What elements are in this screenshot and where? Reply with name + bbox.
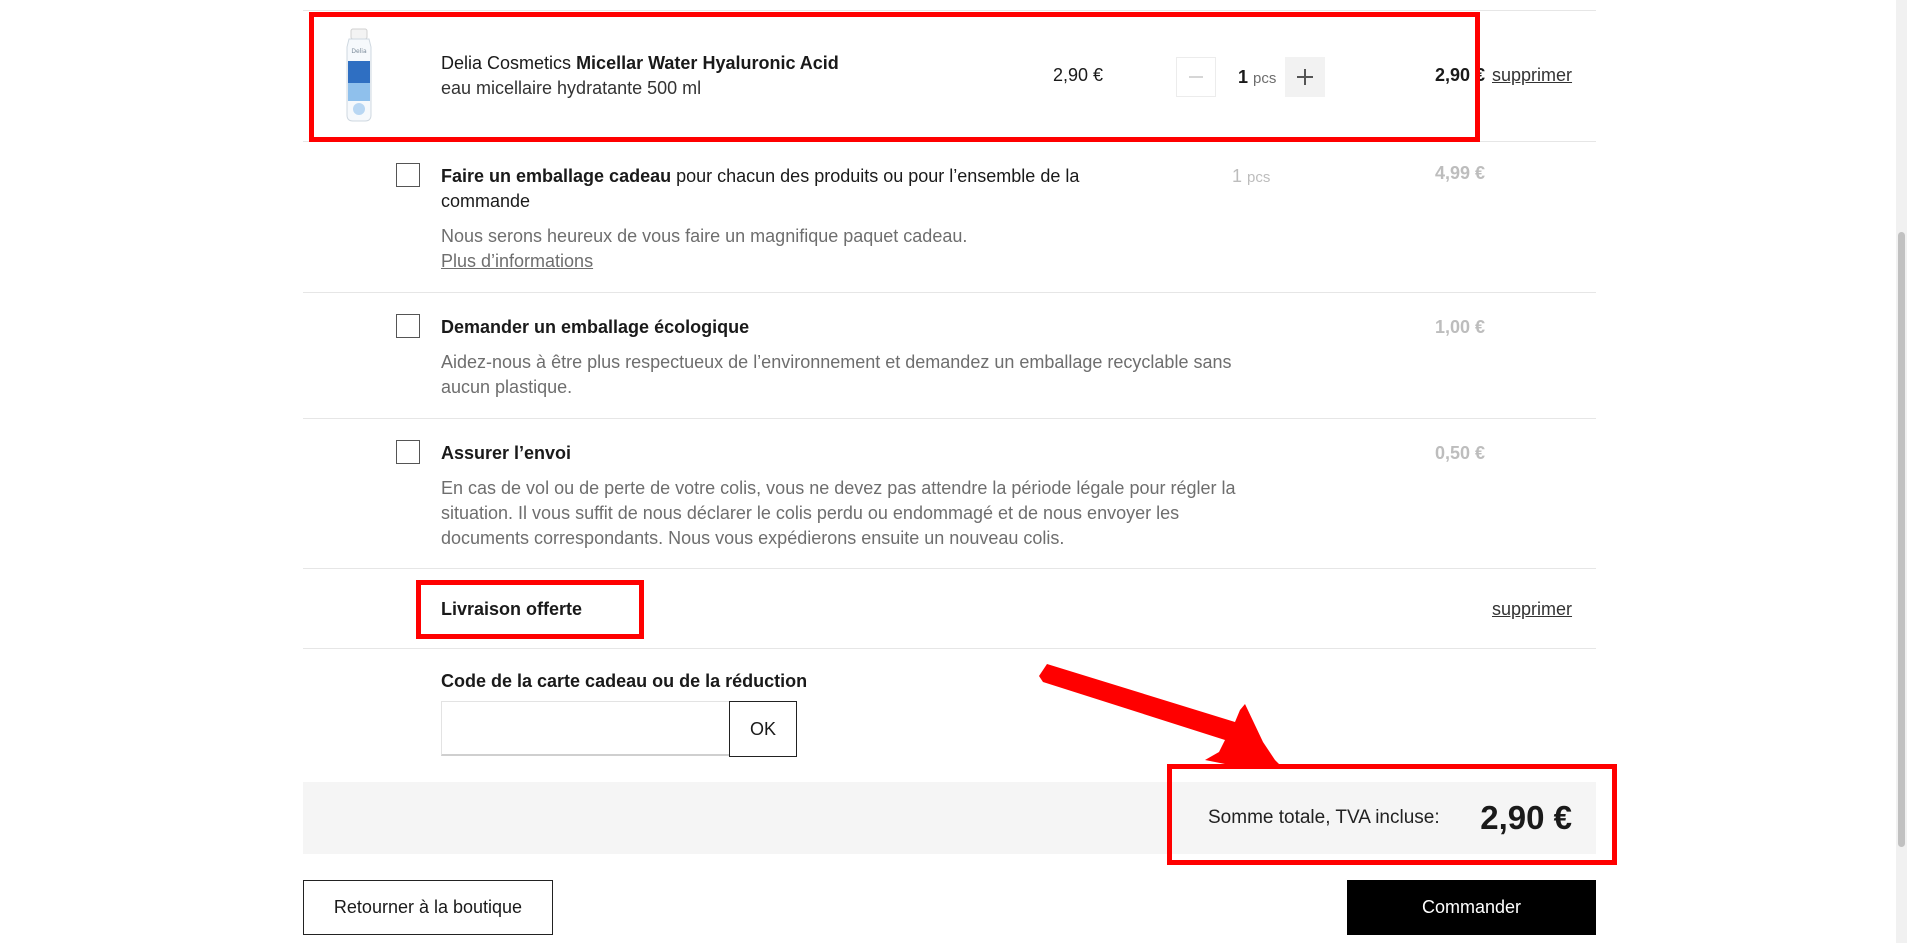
divider <box>303 292 1596 293</box>
order-button[interactable]: Commander <box>1347 880 1596 935</box>
annotation-arrow-icon <box>1039 664 1281 768</box>
gift-wrap-quantity-number: 1 <box>1232 166 1243 186</box>
voucher-ok-button[interactable]: OK <box>729 701 797 757</box>
eco-packaging-title: Demander un emballage écologique <box>441 317 750 337</box>
page-scrollbar[interactable] <box>1896 0 1907 943</box>
shipping-insurance-description: En cas de vol ou de perte de votre colis… <box>441 478 1236 548</box>
annotation-shipping-highlight <box>416 580 644 639</box>
cart-page: Delia Delia Cosmetics Micellar Water Hya… <box>0 0 1907 943</box>
annotation-product-highlight <box>309 12 1480 142</box>
shipping-insurance-title: Assurer l’envoi <box>441 443 572 463</box>
voucher-label: Code de la carte cadeau ou de la réducti… <box>441 671 808 691</box>
gift-wrap-title: Faire un emballage cadeau pour chacun de… <box>441 164 1081 214</box>
gift-wrap-quantity-unit: pcs <box>1247 169 1271 186</box>
gift-wrap-price: 4,99 € <box>1434 163 1485 183</box>
shipping-insurance-checkbox[interactable] <box>396 440 420 464</box>
gift-wrap-quantity: 1 pcs <box>1232 164 1270 190</box>
scrollbar-thumb[interactable] <box>1898 232 1905 847</box>
divider <box>303 568 1596 569</box>
divider <box>303 648 1596 649</box>
eco-packaging-price: 1,00 € <box>1434 317 1485 337</box>
back-to-shop-button[interactable]: Retourner à la boutique <box>303 880 553 935</box>
gift-wrap-more-info-link[interactable]: Plus d’informations <box>441 249 593 274</box>
gift-wrap-title-bold: Faire un emballage cadeau <box>441 166 672 186</box>
shipping-insurance-price: 0,50 € <box>1434 443 1485 463</box>
eco-packaging-description: Aidez-nous à être plus respectueux de l’… <box>441 352 1232 397</box>
eco-packaging-checkbox[interactable] <box>396 314 420 338</box>
divider <box>303 418 1596 419</box>
remove-product-link[interactable]: supprimer <box>1492 63 1572 88</box>
remove-shipping-link[interactable]: supprimer <box>1492 597 1572 622</box>
gift-wrap-checkbox[interactable] <box>396 163 420 187</box>
voucher-code-input[interactable] <box>441 701 731 756</box>
gift-wrap-description: Nous serons heureux de vous faire un mag… <box>441 226 968 246</box>
